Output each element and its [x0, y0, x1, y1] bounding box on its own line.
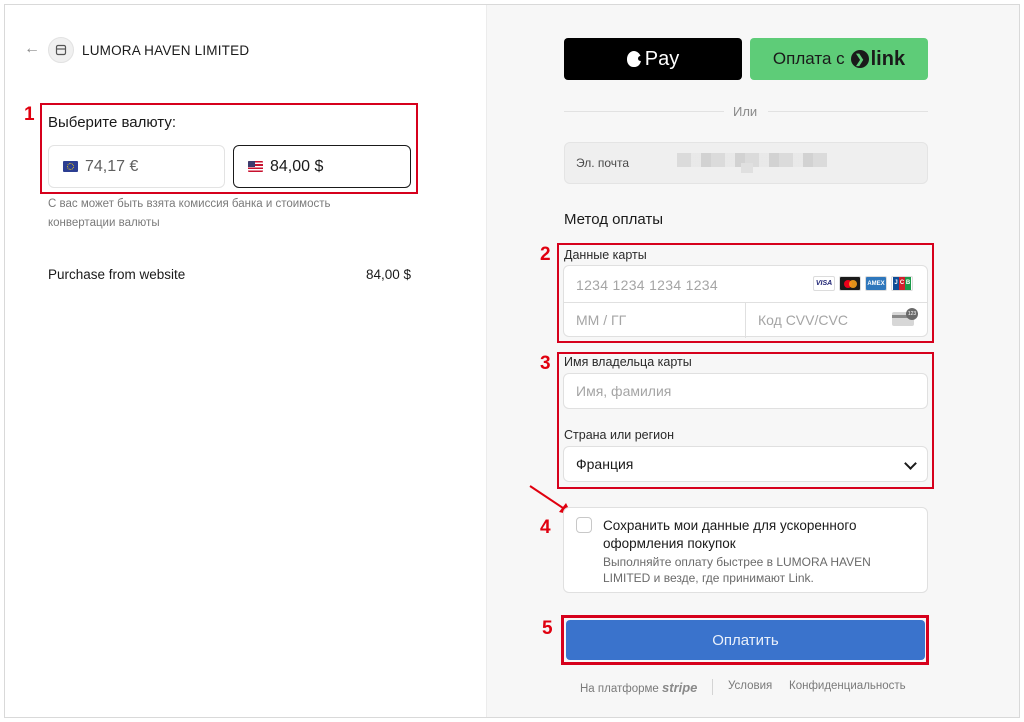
blurred-email-value — [741, 163, 753, 173]
terms-link[interactable]: Условия — [728, 680, 772, 692]
save-info-title: Сохранить мои данные для ускоренного офо… — [603, 518, 857, 551]
annotation-number: 1 — [24, 104, 35, 125]
country-select[interactable]: Франция — [563, 446, 928, 482]
amex-icon: AMEX — [865, 276, 887, 291]
annotation-number: 2 — [540, 244, 551, 265]
apple-icon — [626, 51, 643, 67]
currency-title: Выберите валюту: — [48, 114, 177, 131]
save-info-checkbox[interactable] — [576, 517, 592, 533]
country-label: Страна или регион — [564, 428, 675, 442]
arrow-left-icon[interactable]: ← — [24, 40, 40, 58]
card-number-input[interactable]: 1234 1234 1234 1234 — [576, 277, 718, 293]
merchant-name: LUMORA HAVEN LIMITED — [82, 43, 250, 58]
currency-fee-note: С вас может быть взята комиссия банка и … — [48, 198, 331, 229]
email-label: Эл. почта — [576, 156, 630, 170]
currency-option-label: 74,17 € — [85, 157, 139, 175]
us-flag-icon — [248, 161, 263, 172]
apple-pay-button[interactable]: Pay — [564, 38, 742, 80]
line-item-amount: 84,00 $ — [365, 267, 411, 282]
divider — [712, 679, 713, 695]
cvc-input[interactable]: Код CVV/CVC — [758, 312, 848, 328]
link-brand: link — [870, 47, 906, 70]
divider — [768, 111, 928, 112]
currency-option-eur[interactable]: 74,17 € — [48, 145, 225, 188]
currency-option-usd[interactable]: 84,00 $ — [233, 145, 411, 188]
jcb-icon: JCB — [891, 276, 913, 291]
email-field[interactable]: Эл. почта — [564, 142, 928, 184]
card-details-field: 1234 1234 1234 1234 VISA AMEX JCB ММ / Г… — [563, 265, 928, 338]
expiry-input[interactable]: ММ / ГГ — [576, 312, 626, 328]
privacy-link[interactable]: Конфиденциальность — [789, 680, 906, 692]
mastercard-icon — [839, 276, 861, 291]
link-logo: ❯ link — [850, 47, 906, 71]
save-info-description: Выполняйте оплату быстрее в LUMORA HAVEN… — [603, 555, 871, 585]
country-value: Франция — [576, 456, 634, 472]
save-info-card: Сохранить мои данные для ускоренного офо… — [563, 507, 928, 593]
apple-pay-label: Pay — [644, 47, 680, 70]
powered-by: На платформе stripe — [580, 680, 697, 695]
cardholder-name-input[interactable]: Имя, фамилия — [563, 373, 928, 409]
annotation-number: 3 — [540, 353, 551, 374]
powered-by-label: На платформе — [580, 683, 659, 695]
annotation-number: 4 — [540, 517, 551, 538]
payment-method-title: Метод оплаты — [564, 211, 664, 228]
annotation-number: 5 — [542, 618, 553, 639]
divider — [564, 111, 724, 112]
chevron-right-icon: ❯ — [850, 50, 869, 68]
card-cvc-icon — [892, 308, 918, 326]
line-item-name: Purchase from website — [48, 267, 186, 282]
stripe-logo: stripe — [662, 680, 698, 695]
link-pay-button[interactable]: Оплата с ❯ link — [750, 38, 928, 80]
eu-flag-icon — [63, 161, 78, 172]
cardholder-name-placeholder: Имя, фамилия — [576, 383, 672, 399]
visa-icon: VISA — [813, 276, 835, 291]
pay-button[interactable]: Оплатить — [566, 620, 925, 660]
cardholder-name-label: Имя владельца карты — [564, 355, 692, 369]
divider — [745, 302, 746, 338]
divider-label: Или — [733, 104, 758, 119]
store-icon — [48, 37, 74, 63]
currency-option-label: 84,00 $ — [270, 157, 324, 175]
chevron-down-icon — [904, 457, 917, 470]
card-details-label: Данные карты — [564, 248, 647, 262]
link-pay-label: Оплата с — [772, 49, 845, 68]
